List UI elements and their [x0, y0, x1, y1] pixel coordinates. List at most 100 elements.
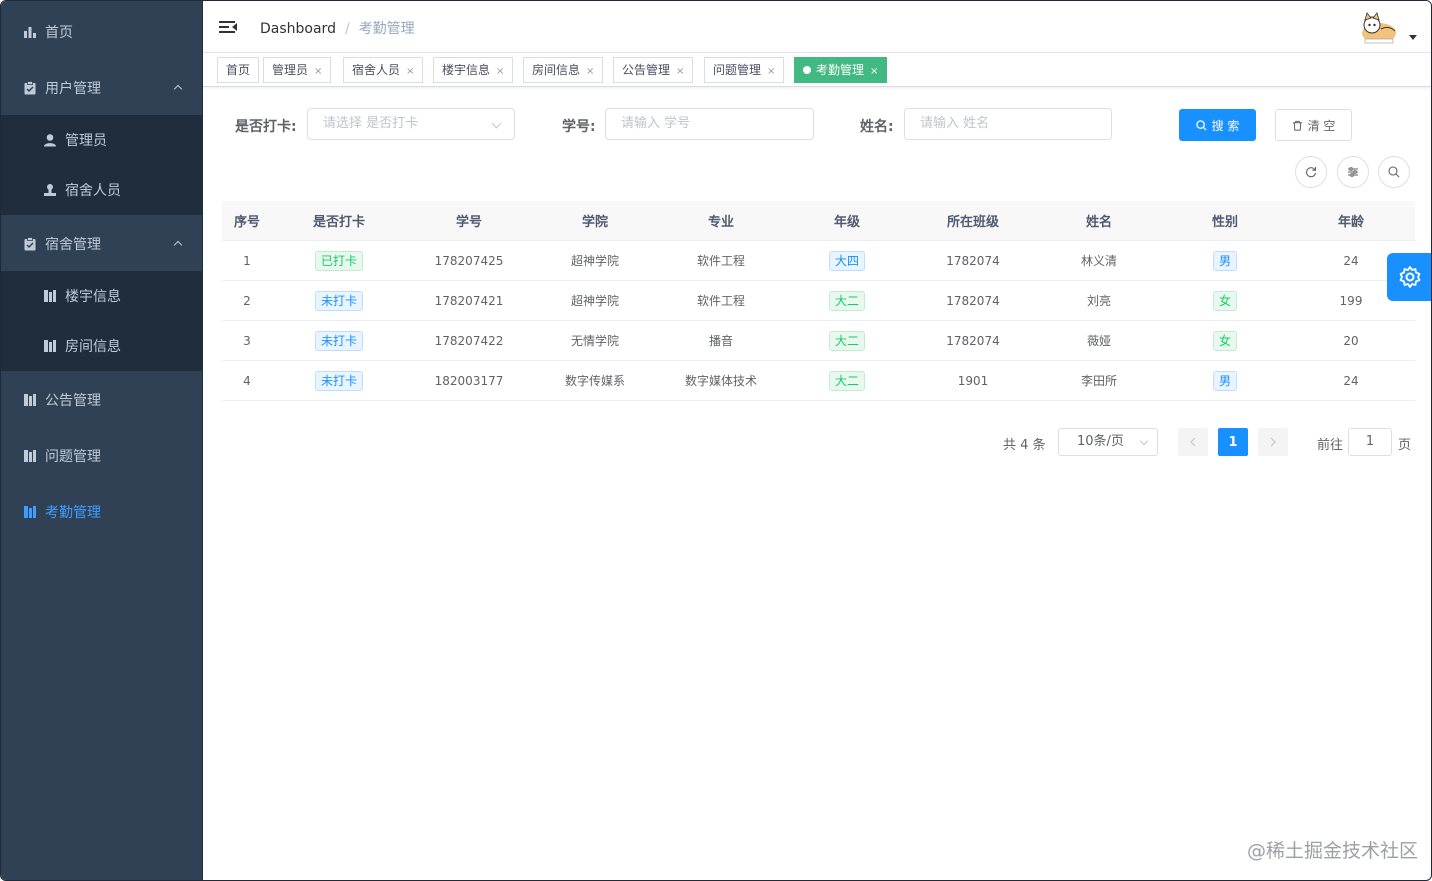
- column-header: 年龄: [1337, 215, 1364, 230]
- tag-issues[interactable]: 问题管理 ×: [704, 57, 785, 83]
- page-number-1[interactable]: 1: [1218, 428, 1248, 456]
- tag-admin[interactable]: 管理员 ×: [263, 57, 332, 83]
- user-stamp-icon: [44, 184, 56, 196]
- sidebar-item-rooms[interactable]: 房间信息: [1, 321, 203, 371]
- sidebar-item-label: 楼宇信息: [65, 289, 121, 305]
- close-icon[interactable]: ×: [406, 66, 414, 77]
- cell-age: 20: [1343, 333, 1359, 348]
- close-icon[interactable]: ×: [496, 66, 504, 77]
- cell-student-no: 178207425: [434, 253, 504, 268]
- column-header: 序号: [233, 215, 260, 230]
- sidebar-item-label: 房间信息: [65, 339, 121, 355]
- close-icon[interactable]: ×: [676, 66, 684, 77]
- tag-label: 管理员: [272, 63, 309, 77]
- breadcrumb-dashboard[interactable]: Dashboard: [260, 21, 336, 37]
- cell-major: 软件工程: [696, 254, 745, 268]
- tag-label: 宿舍人员: [352, 63, 401, 77]
- chevron-left-icon: [1190, 437, 1196, 447]
- clear-button[interactable]: 清 空: [1275, 109, 1352, 141]
- cell-checkin: 未打卡: [272, 321, 406, 360]
- page-size-value: 10条/页: [1077, 434, 1124, 449]
- sidebar-item-announcements[interactable]: 公告管理: [1, 372, 203, 428]
- cell-class: 1782074: [946, 333, 1000, 348]
- cell-index: 2: [243, 293, 251, 308]
- close-icon[interactable]: ×: [870, 66, 878, 77]
- sidebar-item-label: 问题管理: [45, 449, 101, 465]
- search-icon: [1388, 166, 1400, 178]
- page-size-select[interactable]: 10条/页: [1058, 428, 1158, 456]
- search-icon: [1195, 119, 1207, 131]
- column-settings-button[interactable]: [1337, 156, 1369, 188]
- next-page-button[interactable]: [1258, 428, 1288, 456]
- sidebar-item-issues[interactable]: 问题管理: [1, 428, 203, 484]
- name-input[interactable]: 请输入 姓名: [904, 108, 1112, 140]
- hamburger-menu-icon[interactable]: [219, 19, 237, 35]
- close-icon[interactable]: ×: [314, 66, 322, 77]
- settings-button[interactable]: [1387, 253, 1431, 301]
- checkin-tag: 已打卡: [314, 250, 363, 271]
- sidebar-item-label: 首页: [45, 25, 73, 41]
- close-icon[interactable]: ×: [767, 66, 775, 77]
- breadcrumb-current: 考勤管理: [358, 21, 415, 37]
- tag-label: 问题管理: [713, 63, 762, 77]
- checkin-select[interactable]: 请选择 是否打卡: [307, 108, 515, 140]
- app-window: 首页 用户管理 管理员 宿舍人员 宿舍管理 楼宇信息 房间信息 公告管理 问题管…: [0, 0, 1432, 881]
- toggle-search-button[interactable]: [1378, 156, 1410, 188]
- sidebar-item-home[interactable]: 首页: [1, 4, 203, 60]
- refresh-icon: [1306, 167, 1317, 178]
- goto-page-input[interactable]: 1: [1348, 428, 1392, 456]
- gear-icon: [1399, 266, 1421, 288]
- gender-tag: 女: [1212, 330, 1237, 351]
- name-placeholder: 请输入 姓名: [920, 116, 990, 131]
- sidebar-item-buildings[interactable]: 楼宇信息: [1, 271, 203, 321]
- grade-tag: 大二: [828, 290, 865, 311]
- cell-student-no: 178207422: [434, 333, 504, 348]
- cell-index: 3: [243, 333, 251, 348]
- tag-home[interactable]: 首页: [217, 57, 260, 83]
- building-icon: [24, 506, 36, 518]
- table-row[interactable]: 2 未打卡 178207421 超神学院 软件工程 大二 1782074 刘亮 …: [222, 281, 1415, 321]
- chevron-up-icon: [173, 84, 183, 94]
- tag-dorm-residents[interactable]: 宿舍人员 ×: [343, 57, 424, 83]
- refresh-button[interactable]: [1295, 156, 1327, 188]
- table-row[interactable]: 1 已打卡 178207425 超神学院 软件工程 大四 1782074 林义清…: [222, 241, 1415, 281]
- grade-tag: 大二: [828, 370, 865, 391]
- tag-rooms[interactable]: 房间信息 ×: [523, 57, 604, 83]
- pagination-total: 共 4 条: [1003, 438, 1046, 453]
- student-no-input[interactable]: 请输入 学号: [605, 108, 814, 140]
- student-no-placeholder: 请输入 学号: [621, 116, 691, 131]
- column-header: 是否打卡: [312, 215, 365, 230]
- grade-tag: 大二: [828, 330, 865, 351]
- cell-gender: 男: [1162, 241, 1288, 280]
- close-icon[interactable]: ×: [586, 66, 594, 77]
- prev-page-button[interactable]: [1178, 428, 1208, 456]
- sidebar-item-admin[interactable]: 管理员: [1, 115, 203, 165]
- tag-announcements[interactable]: 公告管理 ×: [613, 57, 694, 83]
- cell-age: 24: [1343, 373, 1359, 388]
- sidebar-item-dorm-management[interactable]: 宿舍管理: [1, 216, 203, 272]
- sidebar: 首页 用户管理 管理员 宿舍人员 宿舍管理 楼宇信息 房间信息 公告管理 问题管…: [1, 1, 203, 880]
- avatar[interactable]: [1359, 11, 1399, 47]
- table-row[interactable]: 3 未打卡 178207422 无情学院 播音 大二 1782074 薇娅 女 …: [222, 321, 1415, 361]
- cell-checkin: 未打卡: [272, 281, 406, 320]
- cell-college: 数字传媒系: [564, 374, 625, 388]
- table-row[interactable]: 4 未打卡 182003177 数字传媒系 数字媒体技术 大二 1901 李田所…: [222, 361, 1415, 401]
- tag-attendance[interactable]: 考勤管理 ×: [794, 57, 888, 83]
- grade-tag: 大四: [828, 250, 865, 271]
- tag-buildings[interactable]: 楼宇信息 ×: [433, 57, 514, 83]
- sidebar-item-dorm-residents[interactable]: 宿舍人员: [1, 165, 203, 215]
- tag-label: 考勤管理: [816, 63, 865, 77]
- goto-suffix: 页: [1398, 438, 1412, 453]
- caret-down-icon[interactable]: [1409, 35, 1417, 40]
- sidebar-item-user-management[interactable]: 用户管理: [1, 60, 203, 116]
- cell-gender: 女: [1162, 281, 1288, 320]
- user-icon: [44, 134, 56, 147]
- trash-icon: [1292, 120, 1302, 131]
- sidebar-item-attendance[interactable]: 考勤管理: [1, 484, 203, 540]
- clipboard-icon: [24, 81, 36, 95]
- cell-index: 1: [243, 253, 251, 268]
- sidebar-item-label: 用户管理: [45, 81, 101, 97]
- sidebar-item-label: 宿舍管理: [45, 237, 101, 253]
- gender-tag: 男: [1212, 250, 1237, 271]
- search-button[interactable]: 搜 索: [1179, 109, 1256, 141]
